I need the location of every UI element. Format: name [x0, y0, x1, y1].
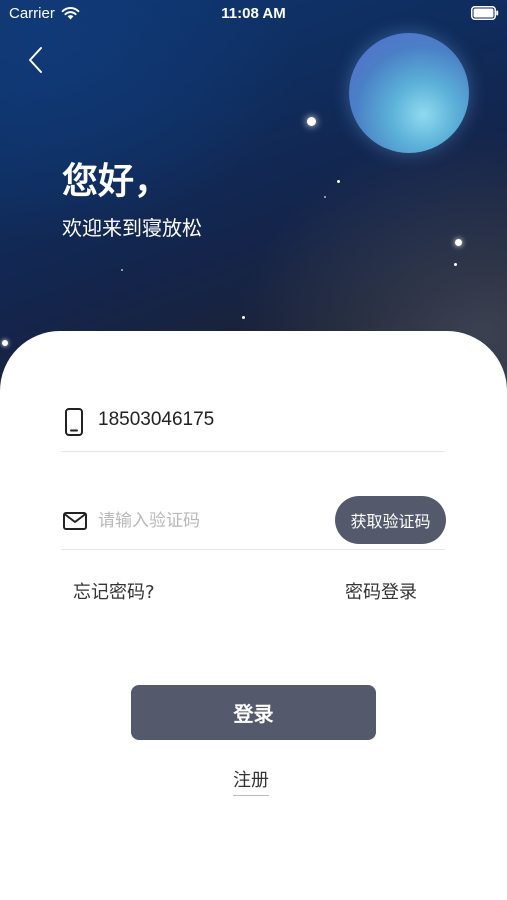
phone-field[interactable]: 18503046175 [61, 395, 445, 452]
chevron-left-icon [29, 47, 42, 73]
moon-decoration [349, 33, 469, 153]
battery-icon [471, 6, 499, 20]
star-decoration [455, 239, 462, 246]
password-login-link[interactable]: 密码登录 [345, 578, 417, 604]
back-button[interactable] [22, 44, 50, 76]
welcome-subtitle: 欢迎来到寝放松 [62, 216, 202, 240]
get-code-button[interactable]: 获取验证码 [335, 496, 446, 544]
register-link[interactable]: 注册 [233, 766, 269, 796]
status-bar: Carrier 11:08 AM [0, 0, 507, 28]
star-decoration [337, 180, 340, 183]
forgot-password-link[interactable]: 忘记密码? [73, 578, 155, 604]
star-decoration [307, 117, 316, 126]
verification-code-input[interactable] [98, 506, 318, 536]
mail-icon [63, 512, 87, 530]
verification-code-field[interactable]: 获取验证码 [61, 493, 446, 550]
smartphone-icon [65, 408, 83, 436]
star-decoration [242, 316, 245, 319]
status-time: 11:08 AM [221, 5, 286, 22]
greeting-title: 您好， [62, 161, 171, 202]
phone-number-value[interactable]: 18503046175 [98, 409, 214, 431]
star-decoration [454, 263, 457, 266]
star-decoration [2, 340, 8, 346]
star-decoration [121, 269, 123, 271]
star-decoration [324, 196, 326, 198]
login-button[interactable]: 登录 [131, 685, 376, 740]
